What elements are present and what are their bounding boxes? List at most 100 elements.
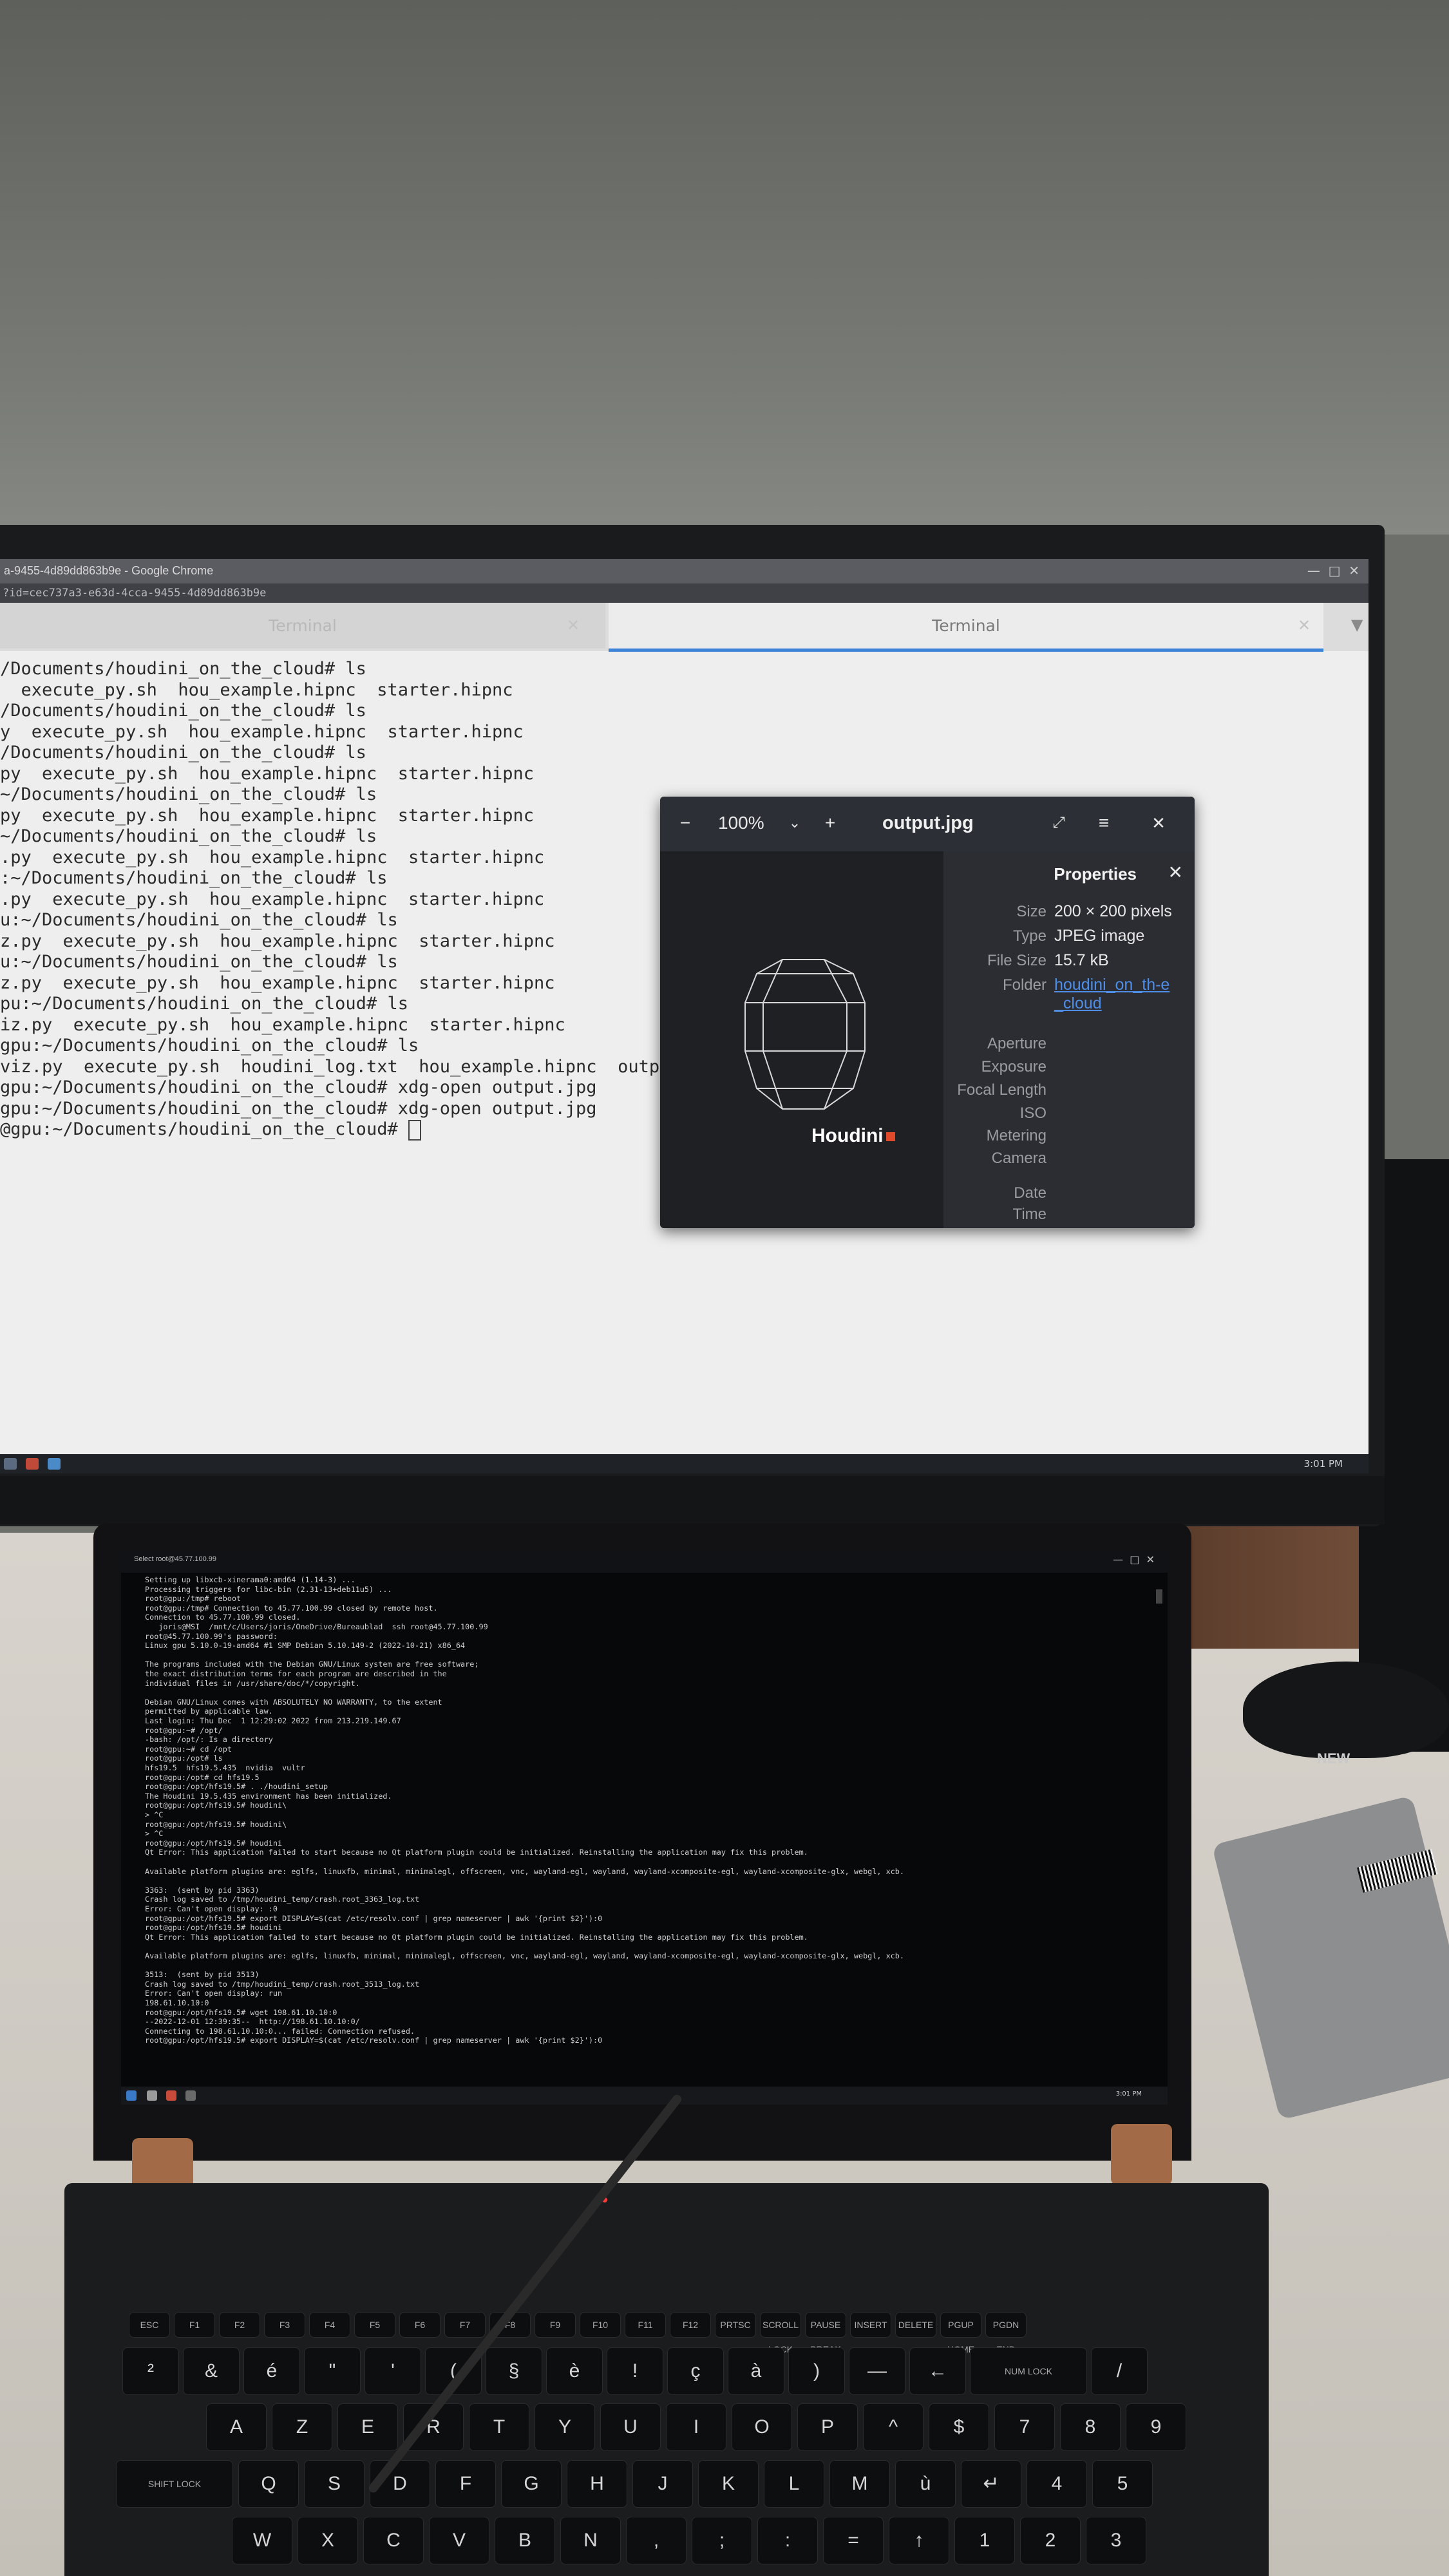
close-icon[interactable]: ✕ xyxy=(567,603,580,649)
chevron-down-icon[interactable]: ▼ xyxy=(1351,616,1363,634)
keyboard-key[interactable]: — xyxy=(849,2347,905,2395)
keyboard-key[interactable]: 2 xyxy=(1020,2517,1081,2564)
keyboard-key[interactable]: C xyxy=(363,2517,424,2564)
keyboard-key[interactable]: 7 xyxy=(994,2403,1055,2451)
keyboard-key[interactable]: F5 xyxy=(354,2312,395,2338)
keyboard-key[interactable]: 5 xyxy=(1092,2460,1153,2508)
window-controls[interactable]: — □ ✕ xyxy=(1113,1553,1155,1566)
keyboard-key[interactable]: " xyxy=(304,2347,361,2395)
keyboard-key[interactable]: DELETE xyxy=(895,2312,936,2338)
keyboard-key[interactable]: / xyxy=(1091,2347,1148,2395)
keyboard-key[interactable]: M xyxy=(829,2460,890,2508)
zoom-in-icon[interactable]: + xyxy=(818,811,842,835)
app-icon[interactable] xyxy=(48,1458,61,1470)
keyboard-key[interactable]: X xyxy=(298,2517,358,2564)
keyboard-key[interactable]: W xyxy=(232,2517,292,2564)
keyboard-key[interactable]: ) xyxy=(788,2347,845,2395)
keyboard-key[interactable]: ' xyxy=(365,2347,421,2395)
app-icon[interactable] xyxy=(166,2090,176,2101)
keyboard-key[interactable]: E xyxy=(337,2403,398,2451)
keyboard-key[interactable]: H xyxy=(567,2460,627,2508)
window-controls[interactable]: — □ ✕ xyxy=(1307,563,1359,578)
keyboard-key[interactable]: ; xyxy=(692,2517,752,2564)
keyboard-key[interactable]: 4 xyxy=(1027,2460,1087,2508)
keyboard-key[interactable]: A xyxy=(206,2403,267,2451)
keyboard-key[interactable]: V xyxy=(429,2517,489,2564)
keyboard-key[interactable]: : xyxy=(757,2517,818,2564)
laptop-terminal-output[interactable]: Setting up libxcb-xinerama0:amd64 (1.14-… xyxy=(145,1575,1150,2078)
keyboard-key[interactable]: F9 xyxy=(535,2312,576,2338)
keyboard-key[interactable]: PAUSE BREAK xyxy=(805,2312,846,2354)
tab-terminal-1[interactable]: Terminal ✕ xyxy=(0,603,605,649)
keyboard-key[interactable]: 8 xyxy=(1060,2403,1121,2451)
keyboard-key[interactable]: F7 xyxy=(444,2312,486,2338)
tab-terminal-2[interactable]: Terminal ✕ xyxy=(609,603,1323,652)
keyboard-key[interactable]: PGUP HOME xyxy=(940,2312,981,2354)
app-icon[interactable] xyxy=(26,1458,39,1470)
keyboard-key[interactable]: S xyxy=(304,2460,365,2508)
keyboard-key[interactable]: F3 xyxy=(264,2312,305,2338)
keyboard-key[interactable]: = xyxy=(823,2517,884,2564)
keyboard-key[interactable]: Q xyxy=(238,2460,299,2508)
scrollbar[interactable] xyxy=(1156,1589,1162,1604)
keyboard-key[interactable]: P xyxy=(797,2403,858,2451)
app-icon[interactable] xyxy=(185,2090,196,2101)
close-icon[interactable]: ✕ xyxy=(1298,603,1311,649)
keyboard-key[interactable]: N xyxy=(560,2517,621,2564)
keyboard-key[interactable]: PRTSC xyxy=(715,2312,756,2338)
keyboard-key[interactable]: $ xyxy=(929,2403,989,2451)
folder-link[interactable]: houdini_on_th-e_cloud xyxy=(1054,976,1177,1013)
keyboard-key[interactable]: ù xyxy=(895,2460,956,2508)
keyboard-key[interactable]: 3 xyxy=(1086,2517,1146,2564)
keyboard-key[interactable]: G xyxy=(501,2460,562,2508)
keyboard-key[interactable]: ! xyxy=(607,2347,663,2395)
fullscreen-icon[interactable]: ⤢ xyxy=(1046,811,1071,835)
keyboard-key[interactable]: PGDN END xyxy=(985,2312,1027,2354)
keyboard-key[interactable]: , xyxy=(626,2517,687,2564)
keyboard-key[interactable]: é xyxy=(243,2347,300,2395)
keyboard-key[interactable]: ^ xyxy=(863,2403,923,2451)
keyboard-key[interactable]: Z xyxy=(272,2403,332,2451)
start-icon[interactable] xyxy=(4,1458,17,1470)
keyboard-key[interactable]: I xyxy=(666,2403,726,2451)
keyboard-key[interactable]: & xyxy=(183,2347,240,2395)
keyboard-key[interactable]: ↑ xyxy=(889,2517,949,2564)
keyboard-key[interactable]: F10 xyxy=(580,2312,621,2338)
browser-url-bar[interactable]: ?id=cec737a3-e63d-4cca-9455-4d89dd863b9e xyxy=(0,583,1368,603)
chevron-down-icon[interactable]: ⌄ xyxy=(782,811,807,835)
keyboard-key[interactable]: J xyxy=(632,2460,693,2508)
keyboard-key[interactable]: è xyxy=(546,2347,603,2395)
menu-icon[interactable]: ≡ xyxy=(1092,811,1116,835)
keyboard-key[interactable]: ← xyxy=(909,2347,966,2395)
close-icon[interactable]: ✕ xyxy=(1168,862,1183,883)
keyboard-key[interactable]: F4 xyxy=(309,2312,350,2338)
keyboard-key[interactable]: SCROLL LOCK xyxy=(760,2312,801,2354)
keyboard-key[interactable]: INSERT xyxy=(850,2312,891,2338)
keyboard-key[interactable]: K xyxy=(698,2460,759,2508)
keyboard-key[interactable]: U xyxy=(600,2403,661,2451)
keyboard-key[interactable]: F12 xyxy=(670,2312,711,2338)
keyboard-key[interactable]: F2 xyxy=(219,2312,260,2338)
keyboard-key[interactable]: ç xyxy=(667,2347,724,2395)
keyboard-key[interactable]: F6 xyxy=(399,2312,440,2338)
keyboard-key[interactable]: F xyxy=(435,2460,496,2508)
keyboard-key[interactable]: SHIFT LOCK xyxy=(116,2460,233,2508)
keyboard-key[interactable]: 1 xyxy=(954,2517,1015,2564)
zoom-level[interactable]: 100% xyxy=(718,813,764,833)
keyboard-key[interactable]: NUM LOCK xyxy=(970,2347,1087,2395)
keyboard-key[interactable]: T xyxy=(469,2403,529,2451)
zoom-out-icon[interactable]: − xyxy=(673,811,697,835)
keyboard-key[interactable]: ² xyxy=(122,2347,179,2395)
close-icon[interactable]: ✕ xyxy=(1146,811,1171,835)
keyboard-key[interactable]: § xyxy=(486,2347,542,2395)
windows-start-icon[interactable] xyxy=(126,2090,137,2101)
app-icon[interactable] xyxy=(147,2090,157,2101)
keyboard-key[interactable]: Y xyxy=(535,2403,595,2451)
keyboard-key[interactable]: O xyxy=(732,2403,792,2451)
keyboard-key[interactable]: F11 xyxy=(625,2312,666,2338)
keyboard-key[interactable]: L xyxy=(764,2460,824,2508)
keyboard-key[interactable]: F1 xyxy=(174,2312,215,2338)
keyboard-key[interactable]: 9 xyxy=(1126,2403,1186,2451)
keyboard-key[interactable]: ESC xyxy=(129,2312,170,2338)
keyboard-key[interactable]: B xyxy=(495,2517,555,2564)
